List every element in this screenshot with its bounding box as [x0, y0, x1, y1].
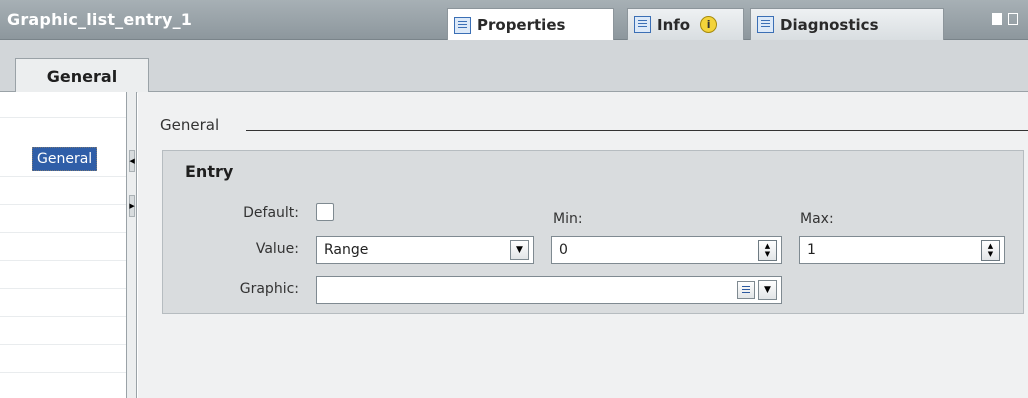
tab-diagnostics[interactable]: Diagnostics [750, 8, 944, 40]
section-tab-general[interactable]: General [15, 58, 149, 93]
graphic-label: Graphic: [239, 281, 299, 297]
nav-divider [0, 288, 126, 289]
nav-divider [0, 232, 126, 233]
entry-panel: Entry Default: Min: Max: Value: Range ▼ … [162, 150, 1024, 314]
expand-right-arrow-icon[interactable]: ▶ [129, 195, 135, 217]
value-select[interactable]: Range ▼ [316, 236, 534, 264]
min-input[interactable]: 0 ▲ ▼ [551, 236, 782, 264]
group-title-rule [246, 130, 1028, 131]
nav-item-general[interactable]: General [32, 147, 98, 171]
graphic-select[interactable]: ▼ [316, 276, 782, 304]
nav-divider [0, 176, 126, 177]
info-badge-icon: i [700, 16, 718, 33]
nav-divider [0, 316, 126, 317]
max-input[interactable]: 1 ▲ ▼ [799, 236, 1005, 264]
min-spinner-icon[interactable]: ▲ ▼ [758, 239, 777, 261]
splitter[interactable] [126, 92, 137, 398]
chevron-down-icon[interactable]: ▼ [758, 280, 777, 300]
value-label: Value: [255, 241, 299, 257]
section-tab-strip: General [0, 40, 1028, 93]
nav-divider [0, 344, 126, 345]
nav-divider [0, 372, 126, 373]
maximize-icon[interactable] [1008, 13, 1018, 25]
max-input-text: 1 [807, 242, 816, 258]
nav-divider [0, 117, 126, 118]
default-label: Default: [243, 205, 299, 221]
diagnostics-icon [757, 16, 774, 33]
info-icon [634, 16, 651, 33]
tab-info[interactable]: Info i [627, 8, 744, 40]
left-navigation: General [0, 92, 126, 398]
title-bar: Graphic_list_entry_1 Properties Info i D… [0, 0, 1028, 41]
min-input-text: 0 [559, 242, 568, 258]
properties-icon [454, 16, 471, 34]
float-window-icon[interactable] [992, 13, 1002, 25]
max-spinner-icon[interactable]: ▲ ▼ [981, 239, 1000, 261]
tab-properties[interactable]: Properties [447, 8, 614, 41]
tab-info-label: Info [657, 15, 691, 34]
tab-properties-label: Properties [477, 16, 566, 34]
tab-diagnostics-label: Diagnostics [780, 15, 879, 34]
list-icon[interactable] [737, 281, 755, 299]
window-title: Graphic_list_entry_1 [7, 10, 193, 29]
main-content: General Entry Default: Min: Max: Value: … [138, 92, 1028, 398]
nav-divider [0, 204, 126, 205]
group-title: General [160, 116, 220, 134]
max-label: Max: [800, 211, 834, 227]
chevron-down-icon[interactable]: ▼ [510, 240, 529, 260]
collapse-left-arrow-icon[interactable]: ◀ [129, 150, 135, 172]
nav-divider [0, 260, 126, 261]
min-label: Min: [553, 211, 583, 227]
entry-title: Entry [185, 162, 234, 181]
default-checkbox[interactable] [316, 203, 334, 221]
value-select-text: Range [324, 242, 369, 258]
window-buttons [992, 13, 1018, 25]
